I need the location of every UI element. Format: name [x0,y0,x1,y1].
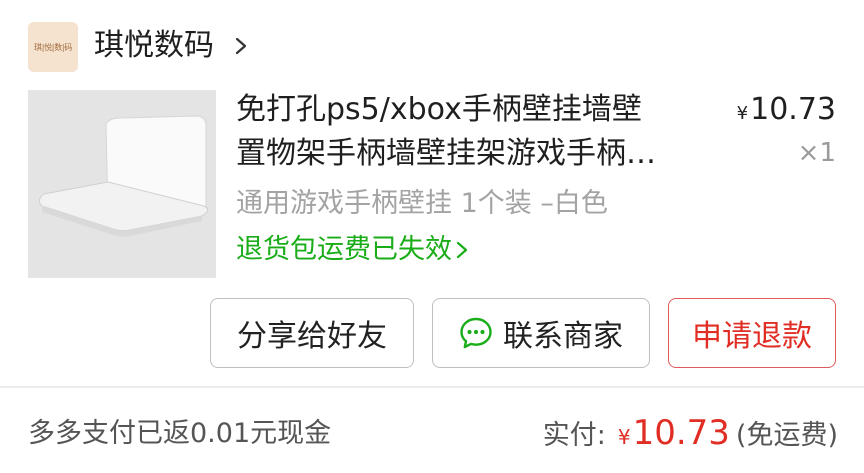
share-button-label: 分享给好友 [237,319,387,354]
shop-logo: 琪|悦|数|码 [28,22,78,72]
unit-price: ¥10.73 [737,90,836,134]
cashback-note: 多多支付已返0.01元现金 [28,418,332,449]
product-spec: 通用游戏手柄壁挂 1个装 –白色 [236,188,608,219]
paid-label: 实付: [542,420,606,451]
product-title-line: 免打孔ps5/xbox手柄壁挂墙壁 [236,92,642,127]
chevron-right-icon[interactable] [234,36,248,56]
paid-amount: 10.73 [632,413,730,453]
controller-wall-mount-image [28,90,216,278]
price-value: 10.73 [750,92,836,127]
chat-bubble-icon [460,317,492,349]
product-title-line: 置物架手柄墙壁挂架游戏手柄… [236,136,656,171]
return-shipping-label: 退货包运费已失效 [236,234,452,265]
product-image[interactable] [28,90,216,278]
currency-symbol: ¥ [736,103,749,124]
currency-symbol: ¥ [617,425,631,449]
refund-button-label: 申请退款 [692,319,812,354]
product-title[interactable]: 免打孔ps5/xbox手柄壁挂墙壁 置物架手柄墙壁挂架游戏手柄… [236,88,706,176]
shop-header[interactable]: 琪|悦|数|码 琪悦数码 [0,0,864,90]
amount-paid: 实付: ¥ 10.73 (免运费) [543,410,838,460]
divider [0,386,864,388]
request-refund-button[interactable]: 申请退款 [668,298,836,368]
share-to-friend-button[interactable]: 分享给好友 [210,298,414,368]
contact-button-label: 联系商家 [503,319,623,354]
shipping-note: (免运费) [735,420,838,451]
quantity: ×1 [797,138,836,168]
chevron-right-icon [456,241,468,259]
return-shipping-note[interactable]: 退货包运费已失效 [236,230,468,270]
contact-merchant-button[interactable]: 联系商家 [432,298,650,368]
shop-name[interactable]: 琪悦数码 [94,26,214,66]
